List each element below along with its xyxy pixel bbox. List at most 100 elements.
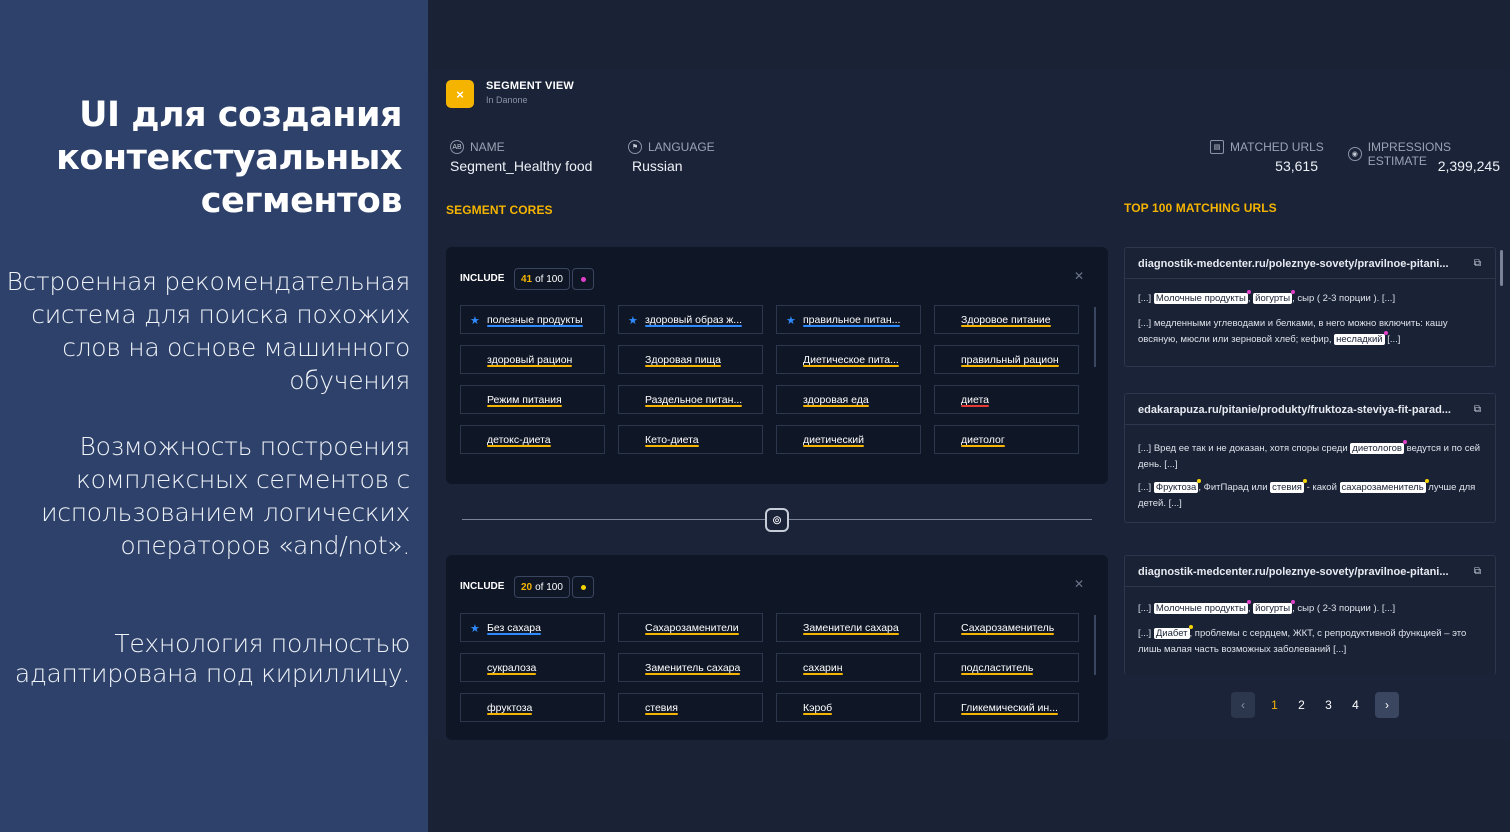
snippet-text: [...] [1384, 334, 1401, 345]
external-link-icon[interactable]: ⧉ [1474, 404, 1481, 415]
keyword-chip[interactable]: детокс-диета [460, 425, 605, 454]
slide-paragraph-ml: Встроенная рекомендательная система для … [6, 267, 410, 395]
slide-title: UI для создания контекстуальных сегменто… [56, 95, 402, 221]
keyword-chip-label: диета [961, 393, 990, 406]
keyword-chip[interactable]: фруктоза [460, 693, 605, 722]
slide-paragraph-cyrillic: Технология полностью адаптирована под ки… [14, 629, 410, 688]
segment-logo-icon[interactable]: × [446, 80, 474, 108]
keyword-chip[interactable]: Здоровое питание [934, 305, 1079, 334]
close-icon[interactable]: ✕ [1074, 269, 1084, 283]
and-operator-icon[interactable]: ⊚ [765, 508, 789, 532]
close-icon[interactable]: ✕ [1074, 577, 1084, 591]
language-label: ⚑ LANGUAGE [628, 140, 715, 154]
color-dot-button[interactable] [572, 268, 594, 290]
segment-view-subtitle: In Danone [486, 95, 528, 105]
keyword-underline [645, 713, 678, 715]
external-link-icon[interactable]: ⧉ [1474, 258, 1481, 269]
keyword-chip[interactable]: Здоровая пища [618, 345, 763, 374]
segment-cores-title: SEGMENT CORES [446, 203, 553, 217]
snippet-text: , ФитПарад или [1198, 482, 1271, 493]
external-link-icon[interactable]: ⧉ [1474, 566, 1481, 577]
keyword-chip[interactable]: Заменитель сахара [618, 653, 763, 682]
next-page-button[interactable]: › [1375, 692, 1399, 718]
keyword-count-total: of 100 [535, 273, 563, 285]
color-dot-button[interactable] [572, 576, 594, 598]
keyword-chip-label: детокс-диета [487, 433, 551, 446]
keyword-chip-label: правильное питан... [803, 313, 901, 326]
keyword-highlight: йогурты [1253, 600, 1296, 614]
keyword-chip[interactable]: Сахарозаменитель [934, 613, 1079, 642]
keyword-chip-label: сукралоза [487, 661, 537, 674]
matched-urls-label: ▤ MATCHED URLS [1210, 140, 1324, 154]
keyword-underline [487, 445, 551, 447]
url-link[interactable]: diagnostik-medcenter.ru/poleznye-sovety/… [1138, 566, 1458, 578]
keyword-chip[interactable]: ★ правильное питан... [776, 305, 921, 334]
keyword-highlight: Фруктоза [1153, 479, 1202, 493]
keyword-count-badge: 41 of 100 [514, 268, 570, 290]
highlight-marker-icon [1402, 440, 1407, 444]
keyword-chip[interactable]: здоровый рацион [460, 345, 605, 374]
matched-urls-value: 53,615 [1275, 158, 1318, 174]
keyword-chip[interactable]: диетолог [934, 425, 1079, 454]
keyword-chip[interactable]: Гликемический ин... [934, 693, 1079, 722]
keyword-chip[interactable]: Диетическое пита... [776, 345, 921, 374]
url-list-scrollbar[interactable] [1500, 250, 1503, 286]
keyword-chip-label: Режим питания [487, 393, 562, 406]
flag-icon: ⚑ [628, 140, 642, 154]
keyword-chip[interactable]: здоровая еда [776, 385, 921, 414]
segment-view-title: SEGMENT VIEW [486, 80, 574, 92]
page-4-button[interactable]: 4 [1342, 698, 1369, 712]
keyword-chip[interactable]: диетический [776, 425, 921, 454]
url-card[interactable]: diagnostik-medcenter.ru/poleznye-sovety/… [1124, 247, 1496, 367]
page-1-button[interactable]: 1 [1261, 698, 1288, 712]
divider [1125, 424, 1495, 425]
keyword-chip[interactable]: Кето-диета [618, 425, 763, 454]
keyword-chip[interactable]: Сахарозаменители [618, 613, 763, 642]
star-icon[interactable]: ★ [628, 314, 638, 327]
url-snippet: [...] Фруктоза, ФитПарад или стевия - ка… [1138, 479, 1481, 512]
keyword-highlight: Молочные продукты [1153, 600, 1251, 614]
star-icon[interactable]: ★ [470, 314, 480, 327]
slide-paragraph-logic: Возможность построения комплексных сегме… [41, 432, 410, 560]
url-card[interactable]: edakarapuza.ru/pitanie/produkty/fruktoza… [1124, 393, 1496, 523]
keyword-highlight: Диабет [1153, 625, 1193, 639]
keyword-count-current: 41 [521, 273, 533, 285]
scrollbar[interactable] [1094, 615, 1096, 675]
page-2-button[interactable]: 2 [1288, 698, 1315, 712]
star-icon[interactable]: ★ [786, 314, 796, 327]
keyword-chip-label: Гликемический ин... [961, 701, 1058, 714]
url-link[interactable]: edakarapuza.ru/pitanie/produkty/fruktoza… [1138, 404, 1458, 416]
keyword-chip[interactable]: Кэроб [776, 693, 921, 722]
keyword-chip[interactable]: ★ Без сахара [460, 613, 605, 642]
scrollbar[interactable] [1094, 307, 1096, 367]
keyword-chip[interactable]: ★ полезные продукты [460, 305, 605, 334]
keyword-chip[interactable]: Раздельное питан... [618, 385, 763, 414]
url-link[interactable]: diagnostik-medcenter.ru/poleznye-sovety/… [1138, 258, 1458, 270]
keyword-chip[interactable]: правильный рацион [934, 345, 1079, 374]
keyword-chip-label: Кето-диета [645, 433, 699, 446]
keyword-underline [961, 633, 1054, 635]
highlight-marker-icon [1246, 600, 1251, 604]
keyword-highlight: стевия [1270, 479, 1307, 493]
keyword-underline [961, 365, 1059, 367]
keyword-chip[interactable]: Заменители сахара [776, 613, 921, 642]
keyword-chip[interactable]: сахарин [776, 653, 921, 682]
keyword-chip[interactable]: подсластитель [934, 653, 1079, 682]
keyword-chip-label: сахарин [803, 661, 843, 674]
keyword-underline [487, 713, 532, 715]
keyword-chip[interactable]: ★ здоровый образ ж... [618, 305, 763, 334]
snippet-text: , сыр ( 2-3 порции ). [...] [1292, 293, 1396, 304]
keyword-chip[interactable]: стевия [618, 693, 763, 722]
keyword-chip[interactable]: диета [934, 385, 1079, 414]
keyword-highlight: Молочные продукты [1153, 290, 1251, 304]
url-card[interactable]: diagnostik-medcenter.ru/poleznye-sovety/… [1124, 555, 1496, 675]
keyword-chip[interactable]: сукралоза [460, 653, 605, 682]
snippet-text: , сыр ( 2-3 порции ). [...] [1292, 603, 1396, 614]
prev-page-button[interactable]: ‹ [1231, 692, 1255, 718]
page-3-button[interactable]: 3 [1315, 698, 1342, 712]
keyword-chip-label: Раздельное питан... [645, 393, 743, 406]
keyword-chip[interactable]: Режим питания [460, 385, 605, 414]
star-icon[interactable]: ★ [470, 622, 480, 635]
keyword-chip-label: правильный рацион [961, 353, 1059, 366]
keyword-underline [803, 325, 900, 327]
